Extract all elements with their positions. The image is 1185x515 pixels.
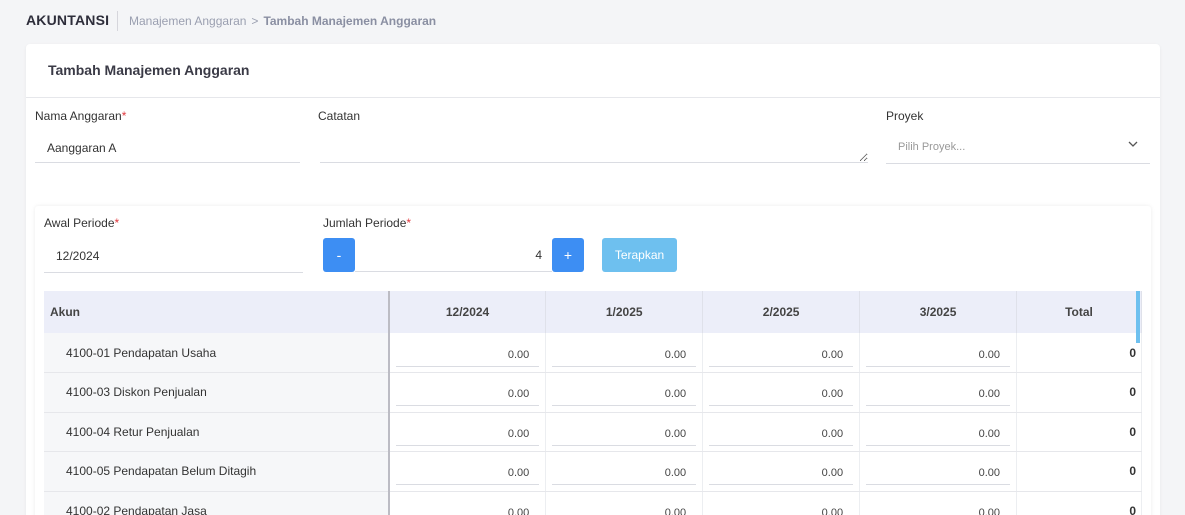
breadcrumb-item-current: Tambah Manajemen Anggaran [263,14,437,28]
table-row: 4100-03 Diskon Penjualan 0.00 0.00 0.00 … [44,372,1142,413]
amount-input[interactable]: 0.00 [709,418,854,446]
row-total: 0 [1016,412,1142,452]
amount-input[interactable]: 0.00 [395,339,540,367]
amount-input[interactable]: 0.00 [709,457,854,486]
amount-input[interactable]: 0.00 [395,378,540,407]
periode-panel: Awal Periode* Jumlah Periode* - + Terapk… [35,206,1151,515]
amount-cell: 0.00 [859,491,1018,515]
jumlah-periode-input[interactable] [355,238,552,272]
chevron-down-icon [1128,141,1138,147]
amount-cell: 0.00 [859,412,1018,452]
awal-periode-label: Awal Periode* [44,216,119,230]
amount-input[interactable]: 0.00 [866,497,1010,515]
amount-cell: 0.00 [859,333,1018,373]
nama-anggaran-label-text: Nama Anggaran [35,109,122,123]
increment-button[interactable]: + [552,238,584,272]
breadcrumb-item-manajemen-anggaran[interactable]: Manajemen Anggaran [129,14,246,28]
amount-input[interactable]: 0.00 [709,497,853,515]
amount-cell: 0.00 [545,451,704,492]
amount-cell: 0.00 [545,372,704,413]
amount-cell: 0.00 [859,372,1018,413]
amount-cell: 0.00 [702,412,861,452]
amount-cell: 0.00 [388,412,547,452]
table-row: 4100-01 Pendapatan Usaha 0.00 0.00 0.00 … [44,333,1142,373]
budget-table-container: Akun 12/2024 1/2025 2/2025 3/2025 Total … [44,291,1142,515]
amount-input[interactable]: 0.00 [709,378,854,407]
breadcrumb: Manajemen Anggaran > Tambah Manajemen Angg… [129,14,436,28]
amount-input[interactable]: 0.00 [395,457,540,486]
account-name: 4100-03 Diskon Penjualan [44,372,390,413]
amount-cell: 0.00 [702,491,861,515]
amount-cell: 0.00 [702,451,861,492]
amount-input[interactable]: 0.00 [552,457,697,486]
table-row: 4100-05 Pendapatan Belum Ditagih 0.00 0.… [44,451,1142,492]
required-mark: * [406,216,412,230]
column-header-period-4: 3/2025 [859,291,1018,333]
amount-input[interactable]: 0.00 [395,418,540,446]
amount-cell: 0.00 [859,451,1018,492]
amount-cell: 0.00 [545,491,704,515]
terapkan-button[interactable]: Terapkan [602,238,677,272]
amount-cell: 0.00 [388,372,547,413]
table-scrollbar[interactable] [1136,291,1140,343]
amount-input[interactable]: 0.00 [552,378,697,407]
amount-input[interactable]: 0.00 [866,378,1011,407]
nama-anggaran-label: Nama Anggaran* [35,109,126,123]
form-card: Tambah Manajemen Anggaran Nama Anggaran*… [26,44,1160,515]
column-header-akun: Akun [44,291,390,333]
row-total: 0 [1016,451,1142,492]
amount-input[interactable]: 0.00 [552,339,697,367]
proyek-label: Proyek [886,109,924,123]
table-header-row: Akun 12/2024 1/2025 2/2025 3/2025 Total [44,291,1142,333]
column-header-total: Total [1016,291,1142,333]
budget-table: Akun 12/2024 1/2025 2/2025 3/2025 Total … [44,291,1142,515]
column-header-period-3: 2/2025 [702,291,861,333]
table-row: 4100-02 Pendapatan Jasa 0.00 0.00 0.00 0… [44,491,1142,515]
account-name: 4100-04 Retur Penjualan [44,412,390,452]
column-header-period-2: 1/2025 [545,291,704,333]
amount-input[interactable]: 0.00 [866,418,1011,446]
amount-input[interactable]: 0.00 [866,457,1011,486]
column-header-period-1: 12/2024 [388,291,547,333]
amount-cell: 0.00 [545,412,704,452]
amount-cell: 0.00 [388,491,547,515]
amount-cell: 0.00 [388,451,547,492]
amount-input[interactable]: 0.00 [709,339,854,367]
awal-periode-label-text: Awal Periode [44,216,115,230]
app-title: AKUNTANSI [26,12,110,28]
breadcrumb-separator: > [251,14,259,28]
account-name: 4100-02 Pendapatan Jasa [44,491,390,515]
row-total: 0 [1016,333,1142,373]
proyek-select[interactable]: Pilih Proyek... [886,130,1150,164]
account-name: 4100-05 Pendapatan Belum Ditagih [44,451,390,492]
amount-input[interactable]: 0.00 [866,339,1011,367]
jumlah-periode-label-text: Jumlah Periode [323,216,407,230]
decrement-button[interactable]: - [323,238,355,272]
card-header: Tambah Manajemen Anggaran [26,44,1160,98]
amount-input[interactable]: 0.00 [552,418,697,446]
amount-cell: 0.00 [702,333,861,373]
amount-cell: 0.00 [545,333,704,373]
row-total: 0 [1016,491,1142,515]
amount-cell: 0.00 [702,372,861,413]
required-mark: * [114,216,120,230]
nama-anggaran-input[interactable] [35,133,300,163]
amount-input[interactable]: 0.00 [552,497,696,515]
table-row: 4100-04 Retur Penjualan 0.00 0.00 0.00 0… [44,412,1142,452]
required-mark: * [121,109,127,123]
row-total: 0 [1016,372,1142,413]
amount-input[interactable]: 0.00 [396,497,539,515]
catatan-label: Catatan [318,109,361,123]
proyek-placeholder: Pilih Proyek... [898,141,966,153]
page-title: Tambah Manajemen Anggaran [48,62,250,78]
amount-cell: 0.00 [388,333,547,373]
jumlah-periode-label: Jumlah Periode* [323,216,411,230]
header-divider [117,11,118,31]
awal-periode-input[interactable] [44,239,303,273]
top-bar: AKUNTANSI Manajemen Anggaran > Tambah Mana… [0,0,1185,42]
catatan-textarea[interactable] [320,133,868,163]
account-name: 4100-01 Pendapatan Usaha [44,333,390,373]
